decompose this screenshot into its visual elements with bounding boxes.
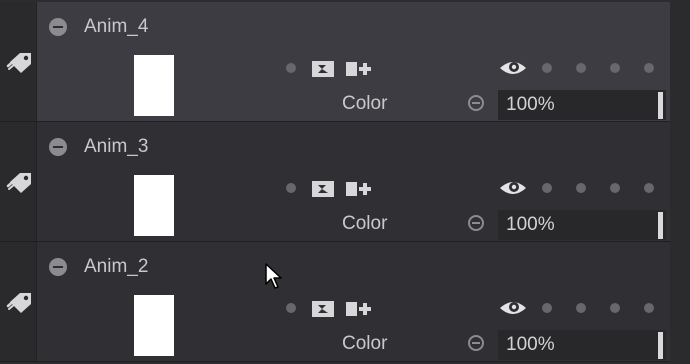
- layer-name[interactable]: Anim_2: [84, 256, 148, 278]
- opacity-minus-icon[interactable]: [468, 95, 484, 111]
- tag-icon[interactable]: [6, 170, 34, 196]
- blend-mode-label[interactable]: Color: [342, 213, 387, 235]
- layer-thumbnail[interactable]: [134, 295, 174, 356]
- dot-icon[interactable]: [610, 303, 620, 313]
- opacity-minus-icon[interactable]: [468, 335, 484, 351]
- dot-icon[interactable]: [286, 303, 296, 313]
- dot-icon[interactable]: [542, 183, 552, 193]
- dot-icon[interactable]: [286, 183, 296, 193]
- dot-icon[interactable]: [286, 63, 296, 73]
- minus-circle-icon[interactable]: [49, 18, 67, 36]
- mask-link-icons[interactable]: [311, 59, 375, 79]
- dot-icon[interactable]: [610, 63, 620, 73]
- eye-icon[interactable]: [499, 58, 527, 78]
- layer-thumbnail[interactable]: [134, 175, 174, 236]
- layer-row-anim-3[interactable]: Anim_3 Color 100%: [0, 122, 690, 242]
- layers-panel: Anim_4 Color 100% Anim_3 Color 100% Anim…: [0, 0, 690, 364]
- layer-thumbnail[interactable]: [134, 55, 174, 116]
- layer-name[interactable]: Anim_3: [84, 136, 148, 158]
- blend-mode-label[interactable]: Color: [342, 93, 387, 115]
- dot-icon[interactable]: [610, 183, 620, 193]
- dot-icon[interactable]: [542, 63, 552, 73]
- dot-icon[interactable]: [576, 183, 586, 193]
- minus-circle-icon[interactable]: [49, 258, 67, 276]
- tag-icon[interactable]: [6, 50, 34, 76]
- layer-name[interactable]: Anim_4: [84, 16, 148, 38]
- minus-circle-icon[interactable]: [49, 138, 67, 156]
- layer-row-anim-2[interactable]: Anim_2 Color 100%: [0, 242, 690, 362]
- opacity-minus-icon[interactable]: [468, 215, 484, 231]
- mask-link-icons[interactable]: [311, 299, 375, 319]
- mouse-pointer-icon: [265, 263, 282, 289]
- layer-row-anim-4[interactable]: Anim_4 Color 100%: [0, 2, 690, 122]
- opacity-slider-handle[interactable]: [658, 212, 663, 239]
- dot-icon[interactable]: [644, 303, 654, 313]
- dot-icon[interactable]: [542, 303, 552, 313]
- panel-right-edge: [670, 0, 690, 364]
- dot-icon[interactable]: [644, 63, 654, 73]
- opacity-slider[interactable]: 100%: [498, 330, 666, 360]
- opacity-value: 100%: [506, 214, 555, 235]
- opacity-value: 100%: [506, 334, 555, 355]
- dot-icon[interactable]: [576, 63, 586, 73]
- eye-icon[interactable]: [499, 178, 527, 198]
- opacity-slider[interactable]: 100%: [498, 90, 666, 120]
- opacity-slider[interactable]: 100%: [498, 210, 666, 240]
- mask-link-icons[interactable]: [311, 179, 375, 199]
- layer-tag-column: [0, 2, 37, 121]
- layer-tag-column: [0, 242, 37, 361]
- blend-mode-label[interactable]: Color: [342, 333, 387, 355]
- opacity-slider-handle[interactable]: [658, 332, 663, 359]
- eye-icon[interactable]: [499, 298, 527, 318]
- dot-icon[interactable]: [576, 303, 586, 313]
- tag-icon[interactable]: [6, 290, 34, 316]
- layer-tag-column: [0, 122, 37, 241]
- opacity-value: 100%: [506, 94, 555, 115]
- opacity-slider-handle[interactable]: [658, 92, 663, 119]
- dot-icon[interactable]: [644, 183, 654, 193]
